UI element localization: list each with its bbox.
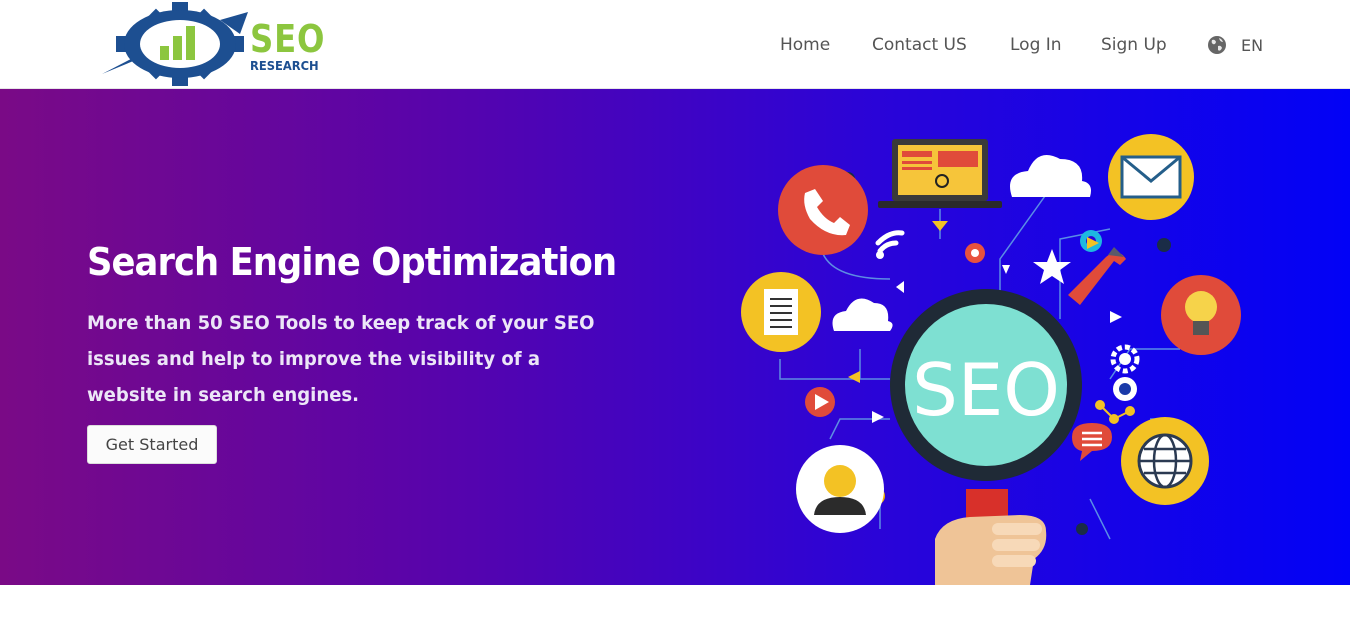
nav-login-link[interactable]: Log In <box>1010 33 1062 57</box>
hero-title: Search Engine Optimization <box>87 240 617 284</box>
seo-magnifier-text: SEO <box>912 348 1060 432</box>
nav-signup-link[interactable]: Sign Up <box>1101 33 1167 57</box>
logo-sub-text: RESEARCH <box>250 58 319 73</box>
nav-contact-link[interactable]: Contact US <box>872 33 967 57</box>
language-selector[interactable]: EN <box>1207 33 1263 57</box>
language-label: EN <box>1241 35 1264 55</box>
top-navbar: SEO RESEARCH Home Contact US Log In Sign… <box>0 0 1350 89</box>
main-nav: Home Contact US Log In Sign Up EN <box>0 33 1350 57</box>
hero-subtitle: More than 50 SEO Tools to keep track of … <box>87 312 595 406</box>
get-started-button[interactable]: Get Started <box>87 425 217 464</box>
globe-icon <box>1208 36 1226 54</box>
nav-home-link[interactable]: Home <box>780 33 830 57</box>
hero-banner: Search Engine Optimization More than 50 … <box>0 89 1350 585</box>
seo-illustration: SEO <box>741 134 1241 585</box>
